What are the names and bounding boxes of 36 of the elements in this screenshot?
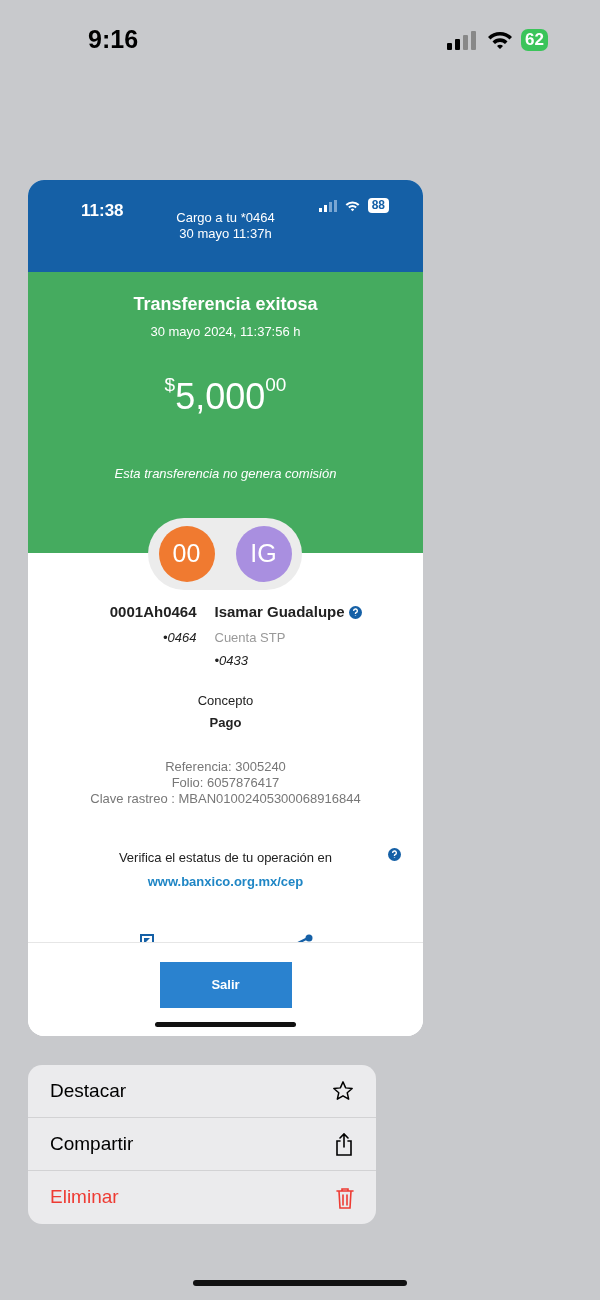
reference-text: Clave rastreo : MBAN01002405300068916844 [89,790,362,807]
exit-button[interactable]: Salir [159,962,292,1008]
battery-indicator: 62 [521,29,548,51]
account-number: •0464 [162,628,197,647]
menu-item[interactable]: Compartir [28,1118,376,1171]
title: Transferencia exitosa [132,293,319,316]
reference-text: Folio: 6057876417 [170,774,281,791]
menu-item[interactable]: Destacar [28,1065,376,1118]
concept-label: Concepto [196,691,255,710]
battery-indicator: 88 [367,198,389,213]
avatar: IG [235,526,292,582]
avatar: 00 [158,526,215,582]
menu-item[interactable]: Eliminar [28,1171,376,1224]
account-type: Cuenta STP [214,628,287,647]
cep-link[interactable]: www.banxico.org.mx/cep [147,873,304,889]
help-icon[interactable] [388,847,401,861]
clock-time: 11:38 [81,200,124,222]
date-text: 30 mayo 2024, 11:37:56 h [149,323,302,341]
reference-text: Referencia: 3005240 [164,758,287,775]
verify-text: Verifica el estatus de tu operación en [118,848,333,867]
trash-icon [336,1186,354,1209]
amount: $^{$}$5,000$^{00}$ [163,373,288,419]
document-icon[interactable] [140,934,154,944]
note-text: Esta transferencia no genera comisión [113,464,338,483]
account-name: 0001Ah0464 [109,602,197,622]
wifi-icon [344,199,360,212]
concept-value: Pago [208,714,243,732]
help-icon[interactable] [348,605,362,619]
star-icon [332,1080,354,1102]
account-number: •0433 [214,652,249,670]
notification-text: 30 mayo 11:37h [178,226,273,242]
clock-time: 9:16 [88,24,139,56]
account-name: Isamar Guadalupe [214,602,345,622]
signal-icon [318,199,337,212]
screenshot-preview[interactable] [28,180,423,1036]
wifi-icon [487,30,514,50]
